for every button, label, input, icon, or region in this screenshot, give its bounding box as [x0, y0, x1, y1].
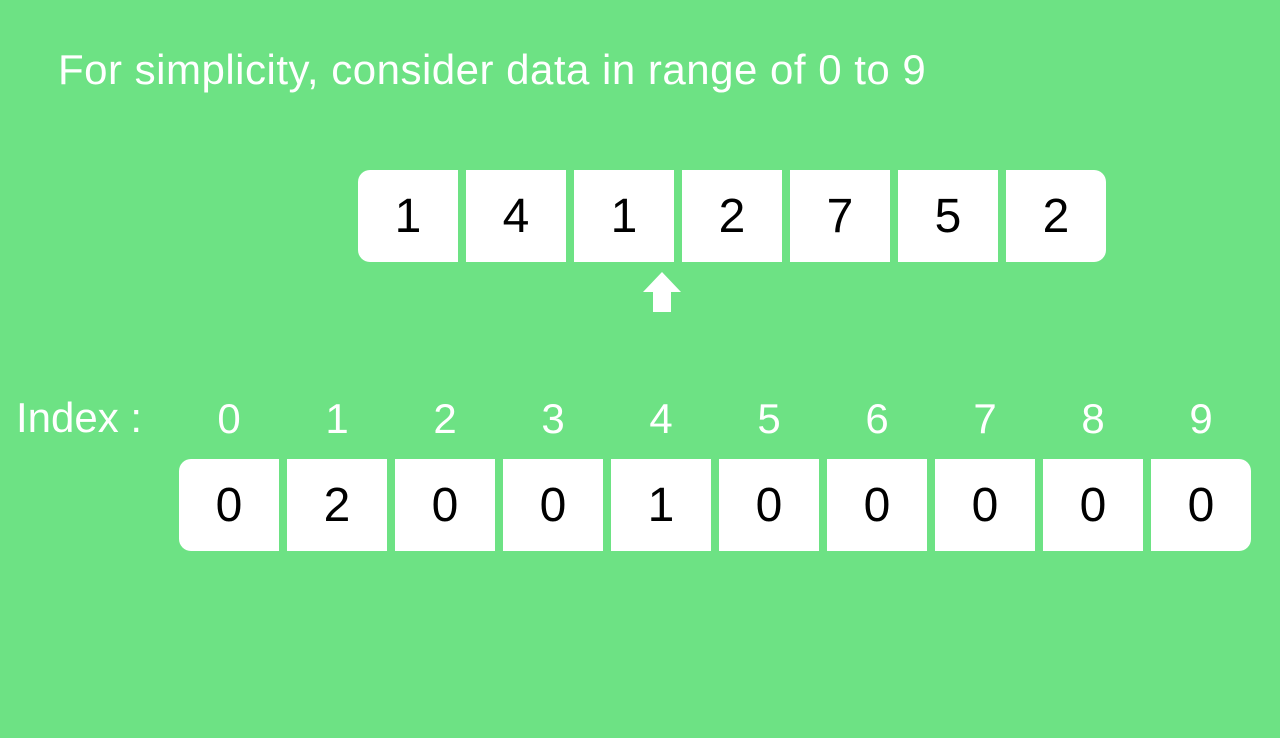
count-cell: 0 — [827, 459, 927, 551]
count-cell: 0 — [503, 459, 603, 551]
index-cell: 9 — [1151, 394, 1251, 444]
count-cell: 0 — [719, 459, 819, 551]
index-row: 0 1 2 3 4 5 6 7 8 9 — [179, 394, 1251, 444]
diagram-title: For simplicity, consider data in range o… — [58, 46, 926, 94]
data-cell: 7 — [790, 170, 890, 262]
data-cell: 5 — [898, 170, 998, 262]
data-array: 1 4 1 2 7 5 2 — [358, 170, 1106, 262]
count-array: 0 2 0 0 1 0 0 0 0 0 — [179, 459, 1251, 551]
index-cell: 8 — [1043, 394, 1143, 444]
index-cell: 4 — [611, 394, 711, 444]
count-cell: 0 — [179, 459, 279, 551]
count-cell: 0 — [935, 459, 1035, 551]
count-cell: 0 — [395, 459, 495, 551]
count-cell: 0 — [1043, 459, 1143, 551]
index-label: Index : — [16, 394, 142, 442]
index-cell: 7 — [935, 394, 1035, 444]
data-cell: 2 — [1006, 170, 1106, 262]
up-arrow-icon — [643, 272, 681, 312]
index-cell: 3 — [503, 394, 603, 444]
data-cell: 4 — [466, 170, 566, 262]
count-cell: 0 — [1151, 459, 1251, 551]
index-cell: 1 — [287, 394, 387, 444]
index-cell: 0 — [179, 394, 279, 444]
data-cell: 1 — [574, 170, 674, 262]
count-cell: 1 — [611, 459, 711, 551]
count-cell: 2 — [287, 459, 387, 551]
index-cell: 6 — [827, 394, 927, 444]
index-cell: 2 — [395, 394, 495, 444]
data-cell: 2 — [682, 170, 782, 262]
data-cell: 1 — [358, 170, 458, 262]
index-cell: 5 — [719, 394, 819, 444]
